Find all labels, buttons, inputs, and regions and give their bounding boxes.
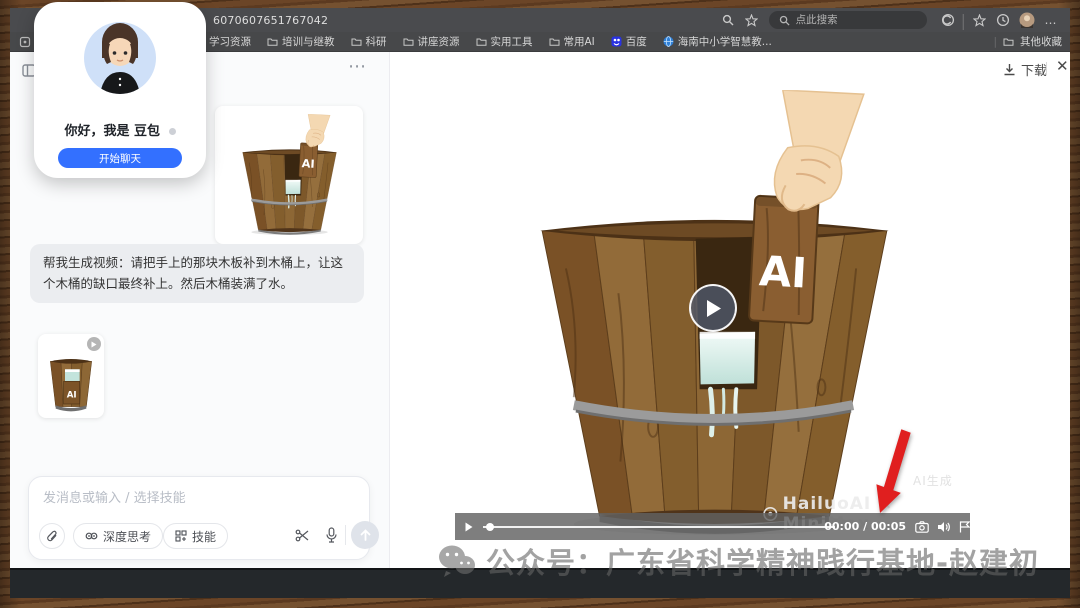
other-favorites[interactable]: | 其他收藏: [993, 34, 1062, 49]
wechat-watermark: 公众号：广东省科学精神践行基地-赵建初: [438, 540, 1039, 582]
chat-input[interactable]: [43, 487, 359, 511]
scissors-icon: [295, 528, 310, 543]
start-chat-button[interactable]: 开始聊天: [58, 148, 182, 168]
bookmark-item[interactable]: 培训与继教: [267, 34, 335, 49]
download-button[interactable]: 下载: [1003, 60, 1047, 79]
report-flag-icon[interactable]: [959, 521, 970, 533]
favorites-icon[interactable]: [970, 11, 988, 29]
chat-input-box: 深度思考 技能: [28, 476, 370, 560]
assistant-avatar: [84, 22, 156, 94]
status-dot: [169, 128, 176, 135]
url-text[interactable]: 6070607651767042: [213, 14, 328, 27]
site-globe-icon: [663, 36, 674, 47]
search-icon: [779, 15, 790, 26]
voice-button[interactable]: [325, 527, 338, 547]
bookmark-list: 学习资源 培训与继教 科研 讲座资源 实用工具 常用AI: [194, 34, 772, 49]
search-input[interactable]: [796, 14, 906, 26]
progress-track: [483, 526, 835, 528]
skills-button[interactable]: 技能: [163, 523, 228, 549]
folder-icon: [403, 37, 414, 46]
framed-screenshot: 6070607651767042 |: [0, 0, 1080, 608]
thumbnail-play-icon[interactable]: [87, 337, 101, 351]
translate-icon[interactable]: [939, 11, 957, 29]
divider: [1046, 62, 1047, 75]
assistant-greeting: 你好，我是 豆包: [38, 120, 202, 139]
time-duration: 00:05: [871, 520, 906, 533]
user-message: 帮我生成视频：请把手上的那块木板补到木桶上，让这个木桶的缺口最终补上。然后木桶装…: [30, 244, 364, 303]
microphone-icon: [325, 527, 338, 543]
time-display: 00:00 / 00:05: [824, 520, 906, 533]
send-arrow-icon: [360, 529, 371, 541]
play-icon: [705, 299, 722, 318]
bookmark-item[interactable]: 百度: [611, 34, 647, 49]
assistant-greeting-card: 你好，我是 豆包 开始聊天: [34, 2, 206, 178]
profile-avatar[interactable]: [1018, 11, 1036, 29]
skills-icon: [175, 530, 187, 542]
deep-think-icon: [85, 530, 98, 542]
red-annotation-arrow: [872, 425, 920, 521]
baidu-icon: [611, 36, 622, 47]
more-menu-icon[interactable]: ⋯: [348, 56, 367, 77]
folder-icon: [351, 37, 362, 46]
paperclip-icon: [46, 530, 59, 543]
browser-menu-icon[interactable]: …: [1042, 11, 1060, 29]
uploaded-image[interactable]: [215, 106, 363, 244]
folder-icon: [549, 37, 560, 46]
reading-list-icon[interactable]: [16, 33, 34, 51]
folder-icon: [1003, 37, 1014, 46]
attach-button[interactable]: [39, 523, 65, 549]
bookmark-item[interactable]: 实用工具: [476, 34, 533, 49]
bookmark-item[interactable]: 常用AI: [549, 34, 595, 49]
progress-handle[interactable]: [486, 523, 494, 531]
find-in-page-icon[interactable]: [719, 11, 737, 29]
progress-bar[interactable]: [483, 522, 816, 532]
send-button[interactable]: [351, 521, 379, 549]
bookmark-star-icon[interactable]: [743, 11, 761, 29]
bookmark-item[interactable]: 海南中小学智慧教...: [663, 34, 772, 49]
search-box[interactable]: [769, 11, 927, 29]
close-icon[interactable]: ✕: [1056, 57, 1069, 75]
deep-think-button[interactable]: 深度思考: [73, 523, 163, 549]
screenshot-icon[interactable]: [915, 521, 929, 533]
wechat-icon: [438, 544, 476, 578]
bookmark-item[interactable]: 讲座资源: [403, 34, 460, 49]
play-overlay-button[interactable]: [689, 284, 737, 332]
video-thumbnail[interactable]: [38, 334, 104, 418]
clip-tools-button[interactable]: [295, 528, 310, 547]
player-play-icon[interactable]: [465, 522, 473, 532]
divider: |: [961, 11, 966, 30]
divider: [345, 525, 346, 545]
bucket-thumbnail-illustration: [41, 342, 101, 418]
bookmark-item[interactable]: 科研: [351, 34, 387, 49]
download-icon: [1003, 63, 1016, 76]
folder-icon: [476, 37, 487, 46]
folder-icon: [267, 37, 278, 46]
bucket-illustration: [219, 111, 359, 239]
history-icon[interactable]: [994, 11, 1012, 29]
volume-icon[interactable]: [937, 521, 951, 533]
